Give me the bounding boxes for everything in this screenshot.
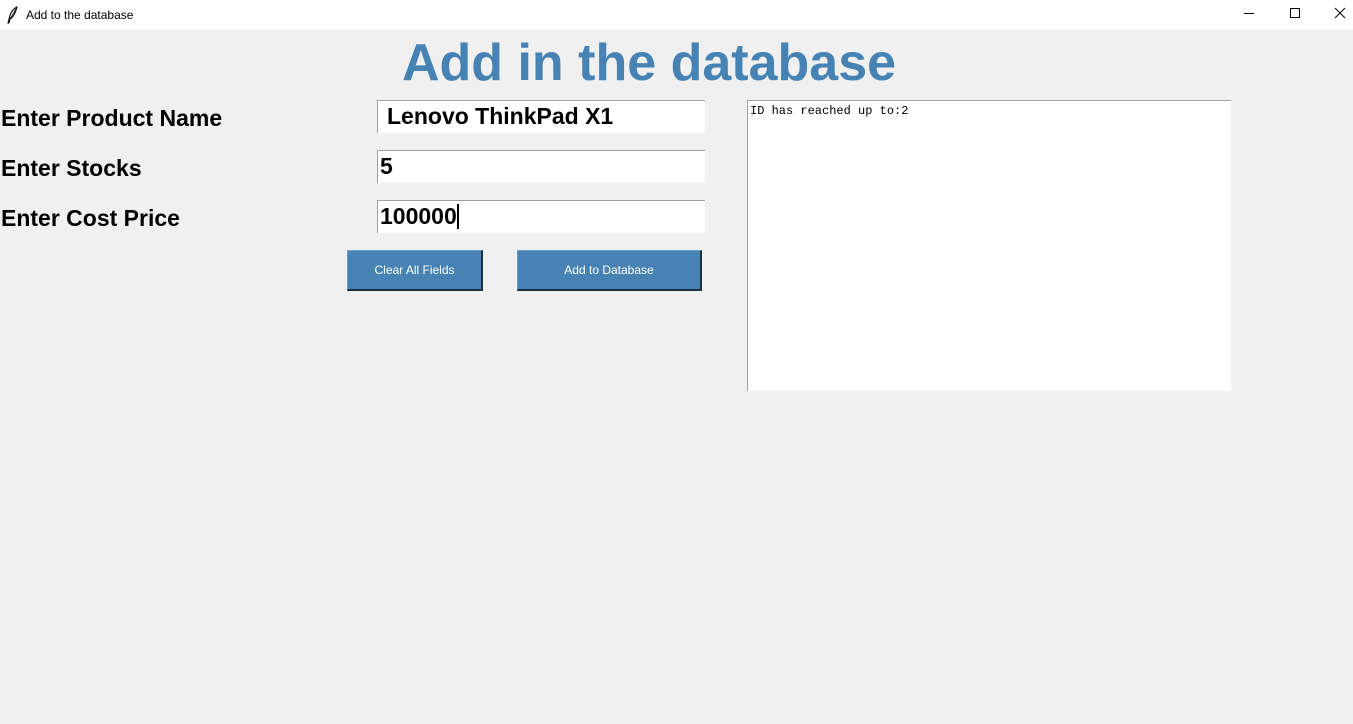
product-name-value: Lenovo ThinkPad X1 (387, 103, 614, 129)
close-button[interactable] (1317, 0, 1353, 30)
output-text: ID has reached up to:2 (750, 104, 909, 118)
clear-all-fields-button[interactable]: Clear All Fields (347, 250, 483, 291)
stocks-value: 5 (380, 153, 393, 179)
add-to-database-label: Add to Database (564, 263, 654, 277)
text-cursor (456, 204, 459, 229)
stocks-input[interactable]: 5 (377, 150, 705, 183)
output-textbox[interactable]: ID has reached up to:2 (747, 100, 1231, 391)
close-icon (1334, 6, 1346, 24)
feather-icon (6, 6, 20, 24)
stocks-label: Enter Stocks (1, 155, 142, 181)
app-window: Add to the database Add in the database … (0, 0, 1353, 724)
maximize-button[interactable] (1272, 0, 1318, 30)
title-bar[interactable]: Add to the database (0, 0, 1353, 30)
cost-price-input[interactable]: 100000 (377, 200, 705, 233)
minimize-icon (1243, 6, 1255, 24)
product-name-input[interactable]: Lenovo ThinkPad X1 (377, 100, 705, 133)
maximize-icon (1289, 6, 1301, 24)
minimize-button[interactable] (1226, 0, 1272, 30)
cost-price-label: Enter Cost Price (1, 205, 180, 231)
cost-price-value: 100000 (380, 203, 457, 229)
page-title: Add in the database (401, 34, 897, 92)
window-title: Add to the database (26, 8, 134, 22)
add-to-database-button[interactable]: Add to Database (517, 250, 702, 291)
product-name-label: Enter Product Name (1, 105, 223, 131)
clear-all-fields-label: Clear All Fields (374, 263, 455, 277)
